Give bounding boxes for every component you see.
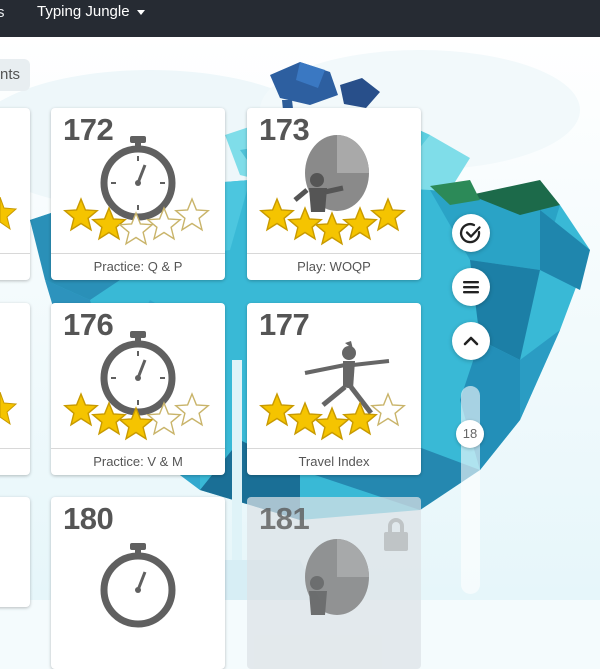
star-filled-icon bbox=[370, 197, 406, 232]
tab-pill-partial[interactable]: nts bbox=[0, 59, 30, 91]
star-filled-icon bbox=[63, 197, 99, 232]
level-card-partial[interactable] bbox=[0, 497, 30, 607]
star-empty-icon bbox=[174, 197, 210, 232]
level-number: 181 bbox=[259, 501, 310, 536]
check-circle-icon bbox=[459, 222, 481, 244]
caret-down-icon bbox=[136, 9, 145, 15]
star-filled-icon bbox=[287, 401, 323, 436]
menu-button[interactable] bbox=[452, 268, 490, 306]
pill-label: nts bbox=[0, 66, 20, 83]
level-title: Practice: V & M bbox=[51, 448, 225, 475]
level-card-177[interactable]: 177 Travel Index bbox=[247, 303, 421, 475]
card-footer bbox=[0, 448, 30, 475]
level-card-172[interactable]: 172 Practice: Q & P bbox=[51, 108, 225, 280]
menu-icon bbox=[463, 281, 479, 294]
star-icon bbox=[0, 197, 18, 231]
stopwatch-icon bbox=[100, 543, 176, 628]
dancer-icon bbox=[304, 341, 390, 415]
star-filled-icon bbox=[259, 197, 295, 232]
star-filled-icon bbox=[342, 401, 378, 436]
star-filled-icon bbox=[314, 406, 350, 441]
level-number: 173 bbox=[259, 112, 310, 147]
star-filled-icon bbox=[314, 211, 350, 246]
typing-jungle-label: Typing Jungle bbox=[37, 3, 130, 20]
star-empty-icon bbox=[174, 392, 210, 427]
top-navbar: s Typing Jungle bbox=[0, 0, 600, 37]
level-number: 180 bbox=[63, 501, 114, 536]
star-filled-icon bbox=[342, 206, 378, 241]
star-empty-icon bbox=[370, 392, 406, 427]
level-card-173[interactable]: 173 Play: WOQP bbox=[247, 108, 421, 280]
level-scroll-slider[interactable] bbox=[461, 386, 480, 594]
star-filled-icon bbox=[63, 392, 99, 427]
balloon-runner-icon bbox=[305, 539, 369, 615]
stopwatch-icon bbox=[100, 331, 176, 416]
typing-jungle-dropdown[interactable]: Typing Jungle bbox=[37, 3, 145, 20]
level-card-partial[interactable] bbox=[0, 303, 30, 475]
nav-item-partial[interactable]: s bbox=[0, 4, 5, 21]
star-rating bbox=[259, 392, 406, 441]
star-filled-icon bbox=[259, 392, 295, 427]
level-number: 177 bbox=[259, 307, 310, 342]
check-button[interactable] bbox=[452, 214, 490, 252]
card-footer bbox=[0, 253, 30, 280]
slider-thumb[interactable]: 18 bbox=[456, 420, 484, 448]
stopwatch-icon bbox=[100, 136, 176, 221]
chevron-up-icon bbox=[463, 336, 479, 346]
star-icon bbox=[0, 392, 18, 426]
level-title: Play: WOQP bbox=[247, 253, 421, 280]
star-filled-icon bbox=[287, 206, 323, 241]
level-card-180[interactable]: 180 bbox=[51, 497, 225, 669]
scroll-up-button[interactable] bbox=[452, 322, 490, 360]
level-number: 176 bbox=[63, 307, 114, 342]
lock-icon bbox=[384, 518, 408, 551]
level-card-partial[interactable] bbox=[0, 108, 30, 280]
level-card-181-locked[interactable]: 181 bbox=[247, 497, 421, 669]
level-title: Practice: Q & P bbox=[51, 253, 225, 280]
level-card-176[interactable]: 176 Practice: V & M bbox=[51, 303, 225, 475]
level-number: 172 bbox=[63, 112, 114, 147]
level-title: Travel Index bbox=[247, 448, 421, 475]
